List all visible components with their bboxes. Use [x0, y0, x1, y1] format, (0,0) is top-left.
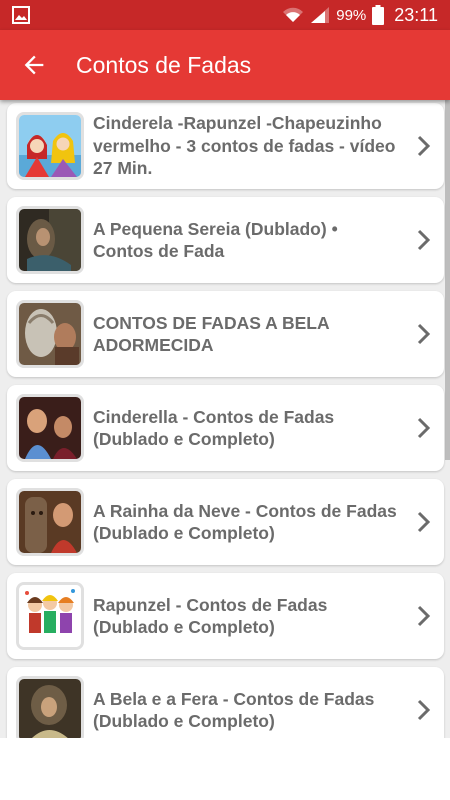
video-title: A Bela e a Fera - Contos de Fadas (Dubla…: [93, 688, 375, 732]
battery-percent: 99%: [336, 6, 367, 24]
arrow-left-icon[interactable]: [20, 51, 48, 79]
video-title: A Pequena Sereia (Dublado) • Contos de F…: [93, 218, 338, 262]
chevron-right-icon: [417, 699, 431, 721]
sleeping-beauty-thumbnail: [16, 300, 84, 368]
wifi-icon: [283, 7, 304, 22]
video-list-item[interactable]: Rapunzel - Contos de Fadas (Dublado e Co…: [7, 573, 444, 659]
battery-icon: [372, 5, 385, 25]
video-title: Cinderella - Contos de Fadas (Dublado e …: [93, 406, 335, 450]
signal-icon: [311, 7, 330, 23]
cinderella-thumbnail: [16, 394, 84, 462]
scrollbar[interactable]: [445, 100, 450, 460]
chevron-right-icon: [417, 323, 431, 345]
beauty-beast-thumbnail: [16, 676, 84, 738]
chevron-right-icon: [417, 229, 431, 251]
chevron-right-icon: [417, 605, 431, 627]
chevron-right-icon: [417, 417, 431, 439]
page-title: Contos de Fadas: [76, 52, 252, 78]
cartoon-princesses-thumbnail: [16, 112, 84, 180]
video-list-item[interactable]: A Bela e a Fera - Contos de Fadas (Dubla…: [7, 667, 444, 738]
video-list-item[interactable]: A Pequena Sereia (Dublado) • Contos de F…: [7, 197, 444, 283]
snow-queen-thumbnail: [16, 488, 84, 556]
video-title: Cinderela -Rapunzel -Chapeuzinho vermelh…: [93, 113, 396, 179]
chevron-right-icon: [417, 511, 431, 533]
video-list-item[interactable]: CONTOS DE FADAS A BELA ADORMECIDA: [7, 291, 444, 377]
chevron-right-icon: [417, 135, 431, 157]
status-bar: 99% 23:11: [0, 0, 450, 30]
video-list[interactable]: Cinderela -Rapunzel -Chapeuzinho vermelh…: [0, 100, 450, 738]
video-list-item[interactable]: Cinderella - Contos de Fadas (Dublado e …: [7, 385, 444, 471]
clock: 23:11: [394, 4, 438, 25]
video-title: CONTOS DE FADAS A BELA ADORMECIDA: [93, 312, 329, 356]
video-title: Rapunzel - Contos de Fadas (Dublado e Co…: [93, 594, 328, 638]
video-list-item[interactable]: Cinderela -Rapunzel -Chapeuzinho vermelh…: [7, 103, 444, 189]
video-list-item[interactable]: A Rainha da Neve - Contos de Fadas (Dubl…: [7, 479, 444, 565]
little-mermaid-thumbnail: [16, 206, 84, 274]
cartoon-kids-thumbnail: [16, 582, 84, 650]
app-bar: Contos de Fadas: [0, 30, 450, 100]
video-title: A Rainha da Neve - Contos de Fadas (Dubl…: [93, 500, 397, 544]
bottom-blank-area: [0, 738, 450, 800]
image-notification-icon: [12, 6, 30, 24]
